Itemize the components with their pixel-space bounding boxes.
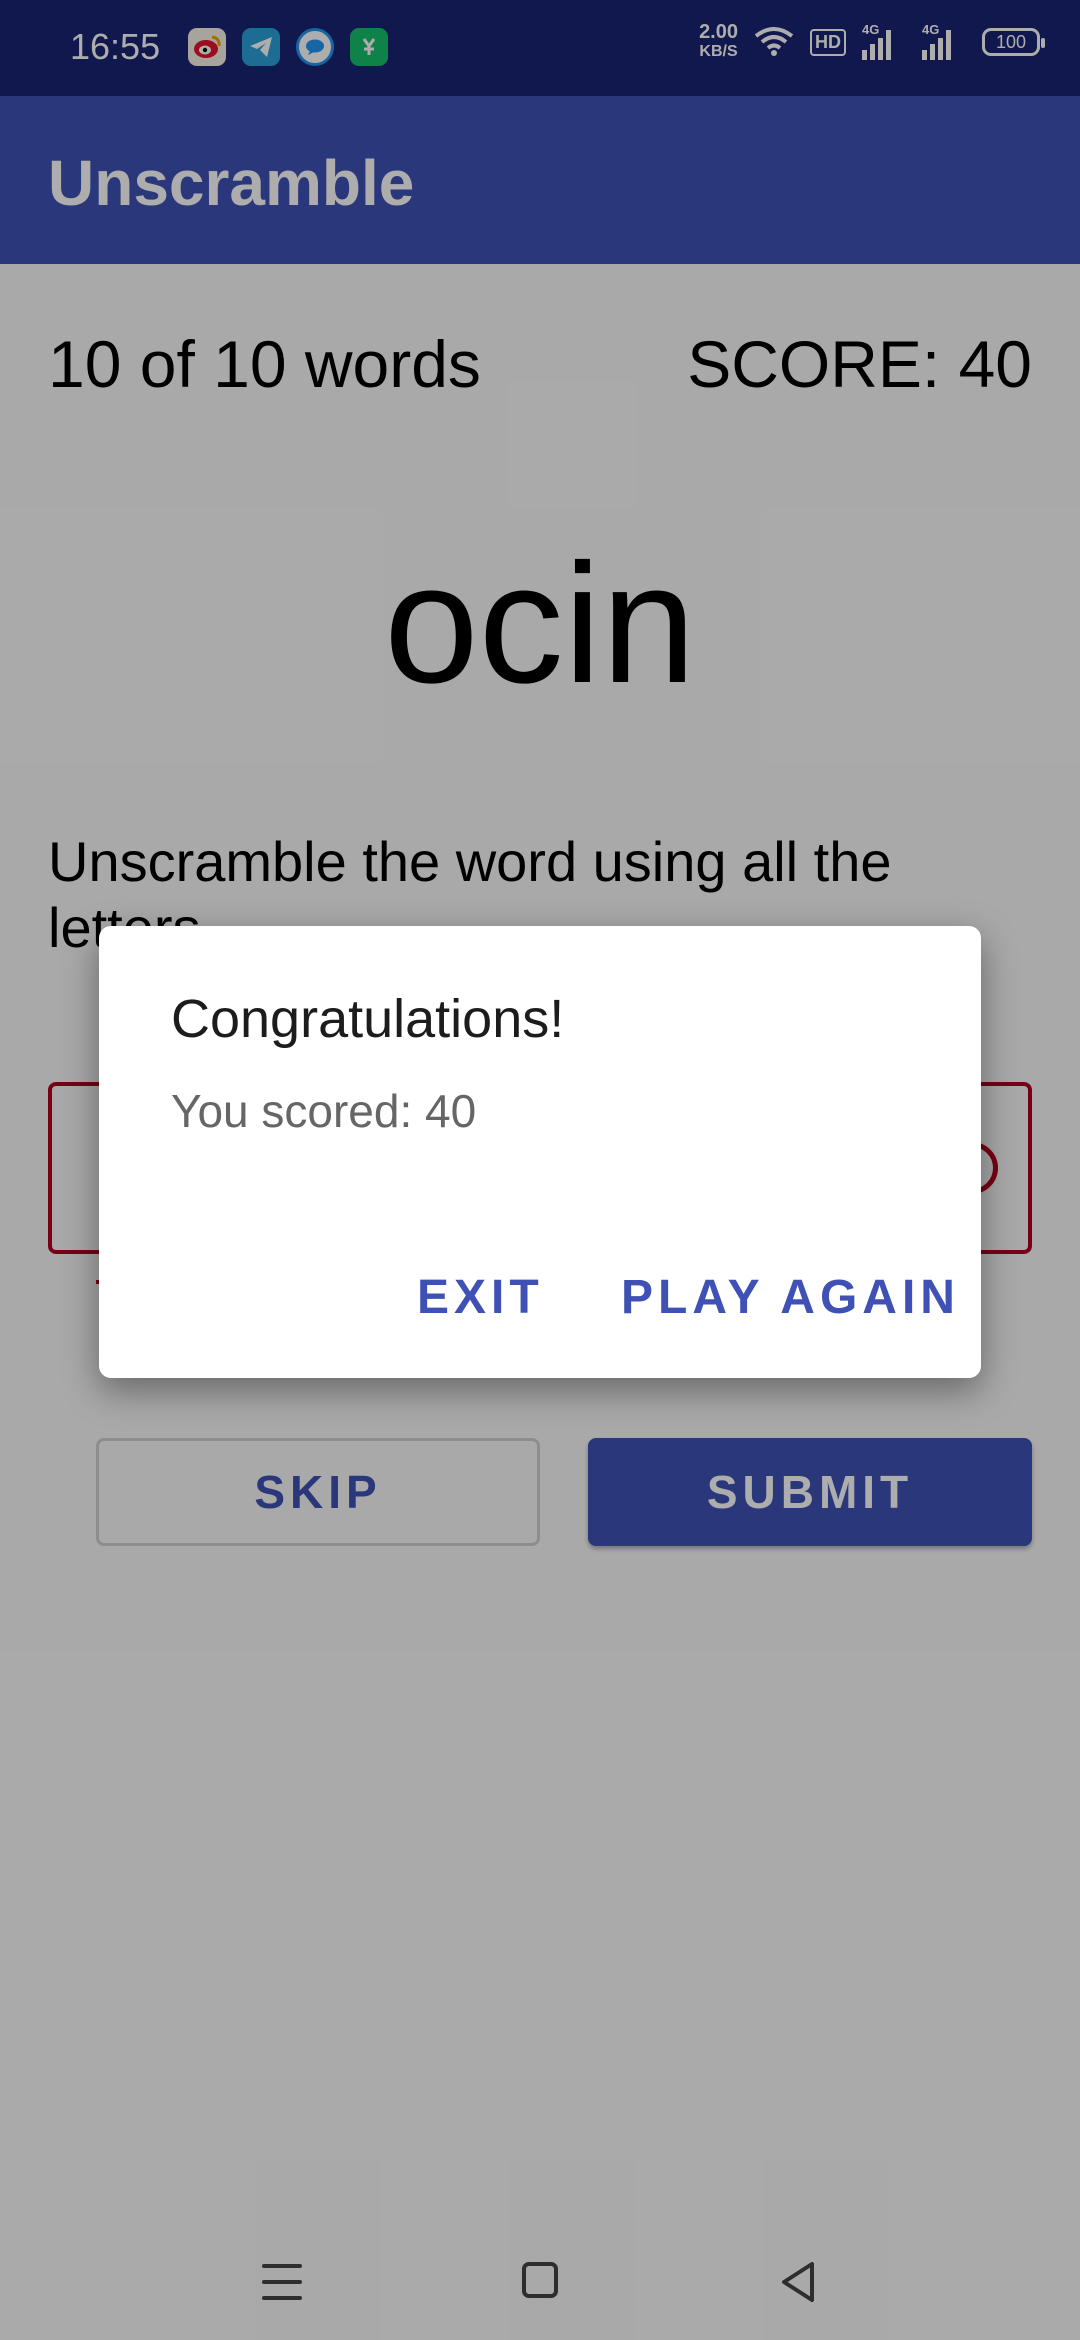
play-again-button[interactable]: PLAY AGAIN <box>621 1270 960 1325</box>
dialog-title: Congratulations! <box>171 989 565 1049</box>
exit-button[interactable]: EXIT <box>417 1270 544 1325</box>
score-dialog: Congratulations! You scored: 40 EXIT PLA… <box>99 926 981 1378</box>
dialog-message: You scored: 40 <box>171 1085 477 1137</box>
